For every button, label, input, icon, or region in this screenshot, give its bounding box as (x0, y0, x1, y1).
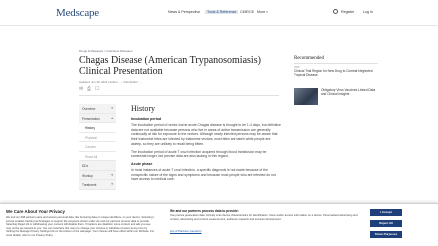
divider (294, 63, 378, 64)
site-header: Medscape News & Perspective Tools & Refe… (0, 0, 438, 26)
search-icon[interactable] (333, 9, 338, 14)
section-title: History (131, 104, 155, 113)
purposes-text: Use precise geolocation data. Actively s… (170, 214, 358, 221)
bookmark-icon[interactable]: ☐ (95, 86, 99, 92)
toc-label: Overview (82, 107, 96, 111)
recommended-item[interactable]: Obligatory Virus Vaccines Linked Data an… (321, 88, 379, 96)
article-meta: Updated: Jun 30, 2023 | Author: ...; Chi… (79, 80, 142, 84)
chevron-down-icon: ▾ (111, 106, 113, 110)
recommended-link[interactable]: Obligatory Virus Vaccines Linked Data an… (321, 88, 379, 96)
toc-show-all[interactable]: Show All (79, 152, 116, 161)
show-purposes-button[interactable]: Show Purposes (370, 231, 402, 238)
chevron-down-icon: ▾ (111, 182, 113, 186)
paragraph: In most instances of acute T cruzi infec… (131, 167, 276, 182)
article-body: History Incubation period The incubation… (131, 104, 281, 185)
toc-history[interactable]: History (79, 123, 116, 133)
nav-more[interactable]: More ▾ (257, 10, 268, 14)
recommended-item[interactable]: 2008 Clinical Trial Region for New Drug … (294, 66, 378, 77)
register-link[interactable]: Register (341, 10, 354, 14)
divider (79, 95, 279, 96)
toc-causes[interactable]: Causes (79, 142, 116, 152)
vendors-link[interactable]: List of Partners (vendors) (170, 229, 201, 233)
login-link[interactable]: Log In (363, 10, 373, 14)
nav-more-label: More (257, 10, 266, 14)
toc-label: Treatment (82, 183, 97, 187)
table-of-contents: Overview ▾ Presentation ▴ History Physical… (79, 104, 116, 190)
share-icon[interactable]: ✉ (79, 86, 83, 92)
medscape-logo[interactable]: Medscape (56, 7, 99, 19)
recommended-link[interactable]: Clinical Trial Region for New Drug to Co… (294, 69, 378, 77)
print-icon[interactable]: ⎙ (87, 86, 91, 92)
subsection-heading: Incubation period (131, 117, 162, 121)
nav-cme-ce[interactable]: CME/CE (240, 10, 254, 14)
chevron-down-icon: ▾ (111, 172, 113, 177)
toc-treatment[interactable]: Treatment ▾ (79, 180, 116, 190)
accept-button[interactable]: I Accept (370, 209, 402, 216)
nav-tools-reference[interactable]: Tools & Reference (205, 10, 239, 14)
consent-text: We and our 268 partners store and access… (6, 216, 155, 237)
toc-label: Workup (82, 173, 93, 178)
toc-ddx[interactable]: DDx (79, 161, 116, 171)
toc-overview[interactable]: Overview ▾ (79, 104, 116, 114)
paragraph: The incubation period of vector-borne ac… (131, 123, 281, 146)
toc-label: Presentation (82, 116, 100, 121)
toc-physical[interactable]: Physical (79, 133, 116, 142)
purposes-heading: We and our partners process data to prov… (170, 209, 239, 213)
recommended-thumbnail[interactable] (294, 88, 318, 105)
chevron-down-icon: ▾ (266, 10, 268, 14)
consent-title: We Care About Your Privacy (6, 209, 65, 214)
toc-workup[interactable]: Workup ▾ (79, 170, 116, 180)
subsection-heading: Acute phase (131, 161, 153, 166)
page-title: Chagas Disease (American Trypanosomiasis… (79, 55, 261, 77)
paragraph: The incubation period of acute T cruzi i… (131, 149, 267, 159)
cookie-consent-banner: We Care About Your Privacy We and our 26… (0, 203, 438, 246)
breadcrumb[interactable]: Drugs & Diseases > Infectious Diseases (79, 49, 132, 53)
recommended-heading: Recommended (294, 56, 324, 61)
toc-presentation[interactable]: Presentation ▴ (79, 113, 116, 123)
chevron-up-icon: ▴ (111, 115, 113, 120)
reject-all-button[interactable]: Reject All (370, 220, 402, 227)
nav-news-perspective[interactable]: News & Perspective (168, 10, 200, 14)
